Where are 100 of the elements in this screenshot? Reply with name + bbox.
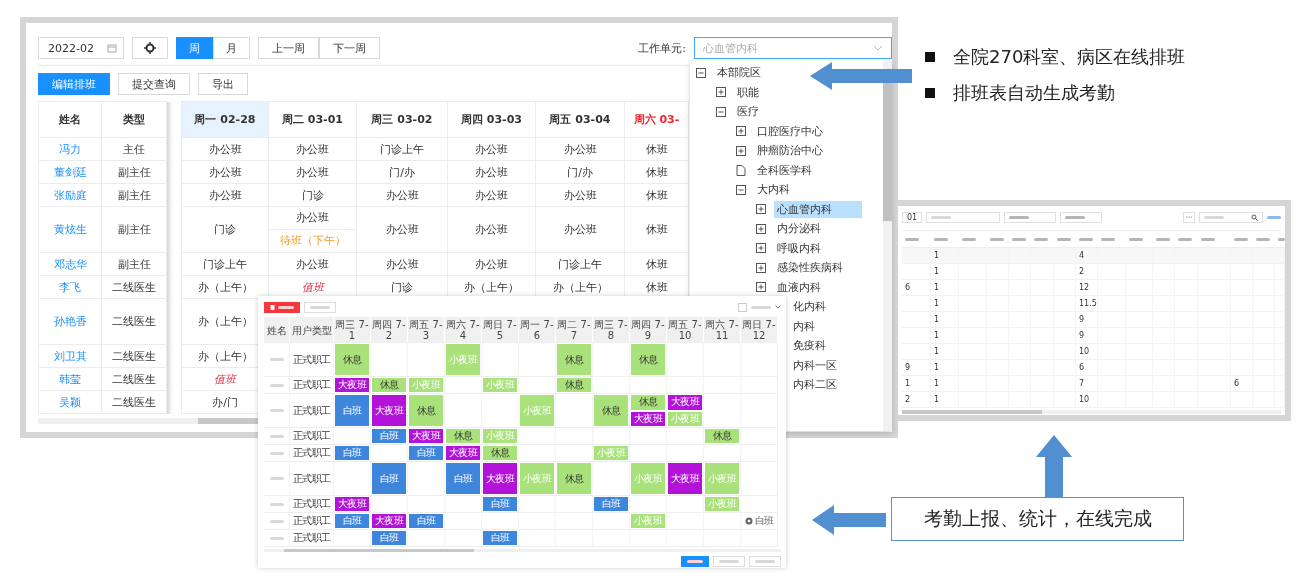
shift-block[interactable]: 休息 xyxy=(630,394,666,411)
shift-block[interactable]: 大夜班 xyxy=(371,513,407,529)
filter-link[interactable] xyxy=(1267,215,1281,219)
shift-block[interactable]: 休息 xyxy=(556,377,592,393)
shift-block[interactable]: 休息 xyxy=(593,394,629,427)
shift-block[interactable]: 白班 xyxy=(334,445,370,461)
shift-block[interactable]: 休息 xyxy=(334,343,370,376)
action-button[interactable] xyxy=(264,301,300,313)
view-tab[interactable]: 周 xyxy=(176,37,213,59)
locate-button[interactable] xyxy=(132,37,168,59)
shift-block[interactable]: 白班 xyxy=(593,496,629,512)
tree-item[interactable]: 职能 xyxy=(734,83,762,101)
week-nav-button[interactable]: 上一周 xyxy=(258,37,319,59)
tree-item[interactable]: 血液内科 xyxy=(774,278,824,296)
shift-block[interactable]: 大夜班 xyxy=(482,462,518,495)
action-button[interactable]: 提交查询 xyxy=(118,73,190,95)
staff-name-link[interactable]: 董剑廷 xyxy=(38,160,102,184)
tree-item[interactable]: 全科医学科 xyxy=(754,161,815,179)
staff-name-link[interactable]: 吴颖 xyxy=(38,390,102,414)
shift-block[interactable]: 大夜班 xyxy=(667,394,703,411)
collapse-icon[interactable] xyxy=(696,67,706,78)
staff-name-link[interactable]: 黄炫生 xyxy=(38,206,102,253)
shift-block[interactable]: 大夜班 xyxy=(334,377,370,393)
tree-item[interactable]: 化内科 xyxy=(790,298,829,316)
expand-icon[interactable] xyxy=(736,145,746,156)
search-field[interactable] xyxy=(1199,211,1263,223)
tree-item[interactable]: 内分泌科 xyxy=(774,220,824,238)
tree-item[interactable]: 免疫科 xyxy=(790,337,829,355)
shift-block[interactable]: 休息 xyxy=(371,377,407,393)
day-header[interactable]: 周二 03-01 xyxy=(268,101,357,138)
dropdown-field[interactable] xyxy=(1004,211,1057,223)
shift-block[interactable]: 白班 xyxy=(408,513,444,529)
action-button[interactable]: 导出 xyxy=(198,73,248,95)
dropdown-field[interactable] xyxy=(1060,211,1103,223)
staff-name-link[interactable]: 刘卫其 xyxy=(38,344,102,368)
day-header[interactable]: 周五 03-04 xyxy=(535,101,625,138)
expand-icon[interactable] xyxy=(756,262,766,273)
staff-name-link[interactable]: 孙艳香 xyxy=(38,298,102,345)
staff-name-link[interactable]: 冯力 xyxy=(38,137,102,161)
shift-block[interactable]: 休息 xyxy=(482,445,518,461)
shift-block[interactable]: 休息 xyxy=(556,343,592,376)
date-field[interactable]: 01 xyxy=(902,211,923,223)
blurred-text xyxy=(962,237,976,241)
shift-block[interactable]: 白班 xyxy=(371,462,407,495)
scrollbar[interactable] xyxy=(902,410,1281,414)
checkbox[interactable] xyxy=(738,302,747,312)
shift-block[interactable]: 大夜班 xyxy=(667,462,703,495)
shift-block[interactable]: 白班 xyxy=(371,530,407,546)
shift-block[interactable]: 休息 xyxy=(630,343,666,376)
expand-icon[interactable] xyxy=(756,282,766,293)
shift-block[interactable]: 休息 xyxy=(556,462,592,495)
expand-icon[interactable] xyxy=(736,126,746,137)
tree-item[interactable]: 口腔医疗中心 xyxy=(754,122,826,140)
shift-block[interactable]: 白班 xyxy=(445,462,481,495)
shift-block[interactable]: 白班 xyxy=(371,428,407,444)
expand-icon[interactable] xyxy=(756,243,766,254)
staff-name-link[interactable]: 张励庭 xyxy=(38,183,102,207)
tree-item[interactable]: 内科 xyxy=(790,317,818,335)
shift-block[interactable]: 大夜班 xyxy=(334,496,370,512)
shift-block[interactable]: 白班 xyxy=(334,513,370,529)
collapse-icon[interactable] xyxy=(716,106,726,117)
shift-block[interactable]: 大夜班 xyxy=(408,428,444,444)
staff-name-link[interactable]: 邓志华 xyxy=(38,252,102,276)
view-tab[interactable]: 月 xyxy=(213,37,250,59)
staff-name-link[interactable]: 韩莹 xyxy=(38,367,102,391)
dropdown-field[interactable] xyxy=(926,211,1001,223)
action-button[interactable] xyxy=(681,556,709,567)
day-header[interactable]: 周一 02-28 xyxy=(181,101,269,138)
tree-item[interactable]: 呼吸内科 xyxy=(774,239,824,257)
shift-block[interactable]: 大夜班 xyxy=(371,394,407,427)
week-nav-button[interactable]: 下一周 xyxy=(319,37,380,59)
shift-block[interactable]: 白班 xyxy=(482,496,518,512)
shift-block[interactable]: 大夜班 xyxy=(445,445,481,461)
tree-item[interactable]: 大内科 xyxy=(754,181,793,199)
day-header[interactable]: 周六 03- xyxy=(624,101,689,138)
tree-item[interactable]: 内科二区 xyxy=(790,376,840,394)
shift-block[interactable]: 白班 xyxy=(334,394,370,427)
day-header[interactable]: 周三 03-02 xyxy=(356,101,448,138)
expand-icon[interactable] xyxy=(756,204,766,215)
tree-item[interactable]: 医疗 xyxy=(734,103,762,121)
shift-block[interactable]: 休息 xyxy=(408,394,444,427)
tree-item[interactable]: 本部院区 xyxy=(714,64,764,82)
shift-block[interactable]: 白班 xyxy=(482,530,518,546)
expand-icon[interactable] xyxy=(716,87,726,98)
shift-block[interactable]: 休息 xyxy=(704,428,740,444)
tree-item[interactable]: 感染性疾病科 xyxy=(774,259,846,277)
action-button[interactable]: 编辑排班 xyxy=(38,73,110,95)
collapse-icon[interactable] xyxy=(736,184,746,195)
more-button[interactable] xyxy=(1183,211,1195,223)
shift-block[interactable]: 休息 xyxy=(445,428,481,444)
staff-name-link[interactable]: 李飞 xyxy=(38,275,102,299)
month-field[interactable]: 2022-02 xyxy=(38,37,124,59)
shift-block[interactable]: 白班 xyxy=(408,445,444,461)
tree-item[interactable]: 内科一区 xyxy=(790,356,840,374)
tree-item[interactable]: 心血管内科 xyxy=(774,200,862,218)
tree-item[interactable]: 肿瘤防治中心 xyxy=(754,142,826,160)
scrollbar[interactable] xyxy=(883,61,892,431)
expand-icon[interactable] xyxy=(756,223,766,234)
scrollbar[interactable] xyxy=(264,549,781,552)
day-header[interactable]: 周四 03-03 xyxy=(447,101,536,138)
